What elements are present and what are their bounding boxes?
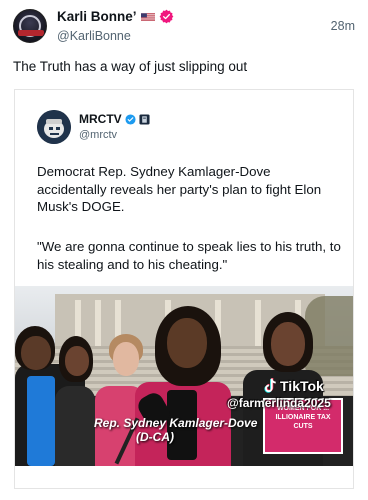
person-face <box>113 342 139 376</box>
video-caption: Rep. Sydney Kamlager-Dove (D-CA) <box>94 416 294 444</box>
mrctv-logo-icon <box>37 110 71 144</box>
person-face <box>21 336 51 370</box>
quoted-post-quote: "We are gonna continue to speak lies to … <box>37 239 341 272</box>
avatar-band <box>18 30 44 36</box>
tiktok-label: TikTok <box>280 378 324 394</box>
author-display-name[interactable]: Karli Bonne’ <box>57 9 137 24</box>
tiktok-handle: @farmerlinda2025 <box>227 396 331 410</box>
person-jacket <box>55 386 95 466</box>
quoted-author-name: MRCTV <box>79 112 122 126</box>
mrctv-avatar <box>37 110 71 144</box>
quoted-post-body: Democrat Rep. Sydney Kamlager-Dove accid… <box>37 164 322 214</box>
quoted-name-row: MRCTV <box>79 112 150 126</box>
us-flag-icon <box>140 12 155 21</box>
caption-party: (D-CA) <box>136 430 174 444</box>
author-avatar[interactable] <box>13 9 47 43</box>
author-handle[interactable]: @KarliBonne <box>57 29 131 43</box>
caption-name: Rep. Sydney Kamlager-Dove <box>94 416 258 430</box>
post-timestamp[interactable]: 28m <box>331 19 355 33</box>
video-still: WOMEN FOR ... ILLIONAIRE TAX CUTS TikTok… <box>15 286 353 466</box>
display-name-row: Karli Bonne’ <box>57 9 174 24</box>
person-blue-top <box>27 376 55 466</box>
tiktok-watermark: TikTok <box>263 378 324 394</box>
quoted-author-handle: @mrctv <box>79 129 118 141</box>
verified-check-icon <box>125 113 136 125</box>
speaker-face <box>167 318 207 368</box>
tiktok-icon <box>264 378 276 393</box>
affiliate-badge-icon <box>139 113 150 125</box>
post-header: Karli Bonne’ @KarliBonne 28m <box>0 0 368 52</box>
post-text: The Truth has a way of just slipping out <box>13 59 248 74</box>
embedded-image-card[interactable]: MRCTV @mrctv Democrat Rep. Sydney Kamlag… <box>14 89 354 489</box>
verified-badge-icon <box>159 9 173 24</box>
person-face <box>65 346 89 376</box>
person-face <box>271 322 305 366</box>
